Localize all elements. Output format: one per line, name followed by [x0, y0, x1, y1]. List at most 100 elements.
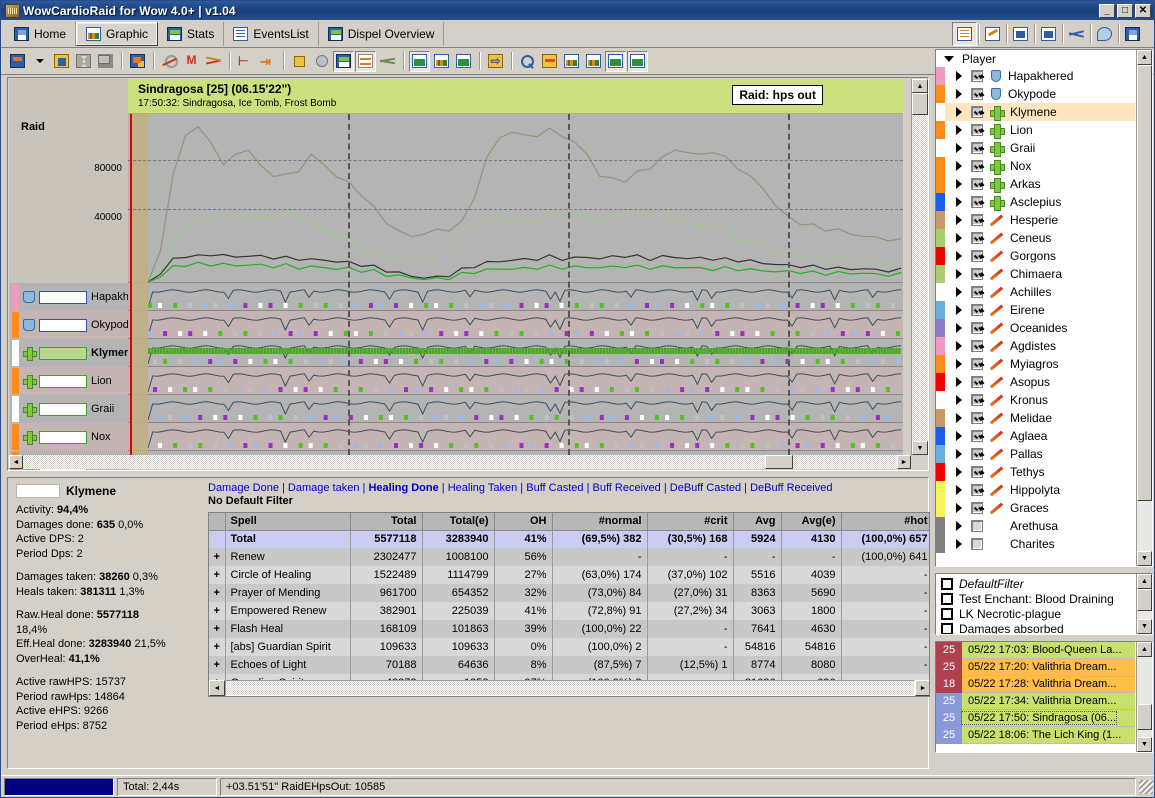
chevron-right-icon[interactable]: [956, 503, 962, 513]
save-file-button[interactable]: [51, 51, 72, 72]
red-m-button[interactable]: M: [181, 51, 202, 72]
filter-checkbox[interactable]: [941, 577, 953, 590]
tab-home[interactable]: Home: [5, 21, 77, 46]
filter-row[interactable]: LK Necrotic-plague: [936, 606, 1135, 621]
scroll-left-button[interactable]: ◄: [9, 455, 23, 469]
category-link-healing-done[interactable]: Healing Done: [368, 482, 438, 494]
hscroll-thumb[interactable]: [765, 455, 793, 469]
player-row-gorgons[interactable]: Gorgons: [936, 247, 1135, 265]
chevron-right-icon[interactable]: [956, 71, 962, 81]
player-row-asclepius[interactable]: Asclepius: [936, 193, 1135, 211]
log-scroll-up[interactable]: ▲: [1137, 642, 1152, 657]
chevron-right-icon[interactable]: [956, 179, 962, 189]
tab-graphic[interactable]: Graphic: [76, 21, 159, 46]
fight-log-row[interactable]: 25 05/22 17:34: Valithria Dream...: [936, 692, 1135, 710]
category-link-damage-taken[interactable]: Damage taken: [288, 482, 360, 494]
player-checkbox[interactable]: [971, 466, 983, 478]
scroll-up-button[interactable]: ▲: [912, 79, 928, 93]
zoom-button[interactable]: [517, 51, 538, 72]
graph-row-label[interactable]: Klymene: [10, 339, 129, 367]
table-header-avg[interactable]: Avg: [733, 513, 782, 531]
filter-checkbox[interactable]: [941, 592, 953, 605]
vscroll-track[interactable]: [912, 93, 928, 441]
chevron-right-icon[interactable]: [956, 197, 962, 207]
chevron-right-icon[interactable]: [956, 161, 962, 171]
resize-grip[interactable]: [1139, 779, 1153, 794]
table-header-total-e-[interactable]: Total(e): [422, 513, 495, 531]
player-list-box[interactable]: Player Hapakhered Okypode Klymene Lion Graii…: [935, 49, 1153, 567]
chevron-right-icon[interactable]: [956, 539, 962, 549]
category-link-debuff-received[interactable]: DeBuff Received: [750, 482, 832, 494]
player-checkbox[interactable]: [971, 520, 983, 532]
player-row-lion[interactable]: Lion: [936, 121, 1135, 139]
player-row-tethys[interactable]: Tethys: [936, 463, 1135, 481]
filter-scroll-thumb[interactable]: [1137, 589, 1152, 611]
category-link-debuff-casted[interactable]: DeBuff Casted: [670, 482, 741, 494]
chevron-down-icon[interactable]: [944, 55, 954, 62]
player-scroll-down[interactable]: ▼: [1137, 551, 1152, 566]
player-list-header[interactable]: Player: [936, 50, 1152, 67]
spell-table-wrapper[interactable]: Spell Total Total(e) OH #normal #crit Avg Avg(e…: [208, 512, 930, 697]
table-hscrollbar[interactable]: ◄ ►: [209, 680, 929, 696]
yellow-square-button[interactable]: [289, 51, 310, 72]
chevron-right-icon[interactable]: [956, 449, 962, 459]
chevron-right-icon[interactable]: [956, 215, 962, 225]
table-row[interactable]: + Echoes of Light 70188 64636 8% (87,5%) 7 (12…: [209, 656, 929, 674]
player-row-eirene[interactable]: Eirene: [936, 301, 1135, 319]
player-row-hippolyta[interactable]: Hippolyta: [936, 481, 1135, 499]
fight-log-row[interactable]: 25 05/22 17:20: Valithria Dream...: [936, 658, 1135, 676]
hourglass-button[interactable]: [73, 51, 94, 72]
player-row-chimaera[interactable]: Chimaera: [936, 265, 1135, 283]
chart-d-button[interactable]: [627, 50, 648, 72]
graph-row-label[interactable]: Hapakhered: [10, 283, 129, 311]
player-checkbox[interactable]: [971, 376, 983, 388]
player-row-hapakhered[interactable]: Hapakhered: [936, 67, 1135, 85]
filter-panel-button[interactable]: [1036, 22, 1061, 46]
chevron-right-icon[interactable]: [956, 467, 962, 477]
player-checkbox[interactable]: [971, 304, 983, 316]
player-checkbox[interactable]: [971, 322, 983, 334]
table-row[interactable]: + Flash Heal 168109 101863 39% (100,0%) 22-76…: [209, 620, 929, 638]
chevron-right-icon[interactable]: [956, 251, 962, 261]
player-checkbox[interactable]: [971, 142, 983, 154]
cursor-line[interactable]: [130, 114, 132, 455]
graph-row-label[interactable]: Nox: [10, 423, 129, 451]
tab-stats[interactable]: Stats: [158, 21, 225, 46]
player-row-myiagros[interactable]: Myiagros: [936, 355, 1135, 373]
spell-panel-button[interactable]: [980, 22, 1005, 46]
player-checkbox[interactable]: [971, 502, 983, 514]
player-checkbox[interactable]: [971, 430, 983, 442]
filter-row[interactable]: Test Enchant: Blood Draining: [936, 591, 1135, 606]
player-checkbox[interactable]: [971, 268, 983, 280]
table-header-avg-e-[interactable]: Avg(e): [781, 513, 842, 531]
chevron-right-icon[interactable]: [956, 89, 962, 99]
player-row-hesperie[interactable]: Hesperie: [936, 211, 1135, 229]
filter-list-scrollbar[interactable]: ▲ ▼: [1136, 574, 1152, 634]
scissors-button[interactable]: [203, 51, 224, 72]
table-header--hot[interactable]: #hot: [841, 513, 929, 531]
player-row-aglaea[interactable]: Aglaea: [936, 427, 1135, 445]
bracket-button[interactable]: ⊢: [235, 51, 256, 72]
player-scroll-thumb[interactable]: [1137, 65, 1152, 501]
log-list-scrollbar[interactable]: ▲ ▼: [1136, 642, 1152, 752]
fight-log-row[interactable]: 18 05/22 17:28: Valithria Dream...: [936, 675, 1135, 693]
player-panel-button[interactable]: [952, 22, 977, 46]
filter-list-box[interactable]: DefaultFilter Test Enchant: Blood Drainin…: [935, 573, 1153, 635]
arrow-right-button[interactable]: ⇥: [257, 51, 278, 72]
table-header-expand[interactable]: [209, 513, 226, 531]
player-checkbox[interactable]: [971, 70, 983, 82]
player-checkbox[interactable]: [971, 340, 983, 352]
chevron-right-icon[interactable]: [956, 521, 962, 531]
filter-checkbox[interactable]: [941, 607, 953, 620]
chevron-right-icon[interactable]: [956, 269, 962, 279]
player-checkbox[interactable]: [971, 124, 983, 136]
chart-green-button[interactable]: [453, 51, 474, 72]
graph-vscrollbar[interactable]: ▲ ▼: [911, 79, 928, 455]
open-dropdown-button[interactable]: [29, 51, 50, 72]
chevron-right-icon[interactable]: [956, 305, 962, 315]
chevron-right-icon[interactable]: [956, 323, 962, 333]
category-link-damage-done[interactable]: Damage Done: [208, 482, 279, 494]
minimize-button[interactable]: _: [1099, 3, 1115, 18]
player-row-agdistes[interactable]: Agdistes: [936, 337, 1135, 355]
player-checkbox[interactable]: [971, 88, 983, 100]
